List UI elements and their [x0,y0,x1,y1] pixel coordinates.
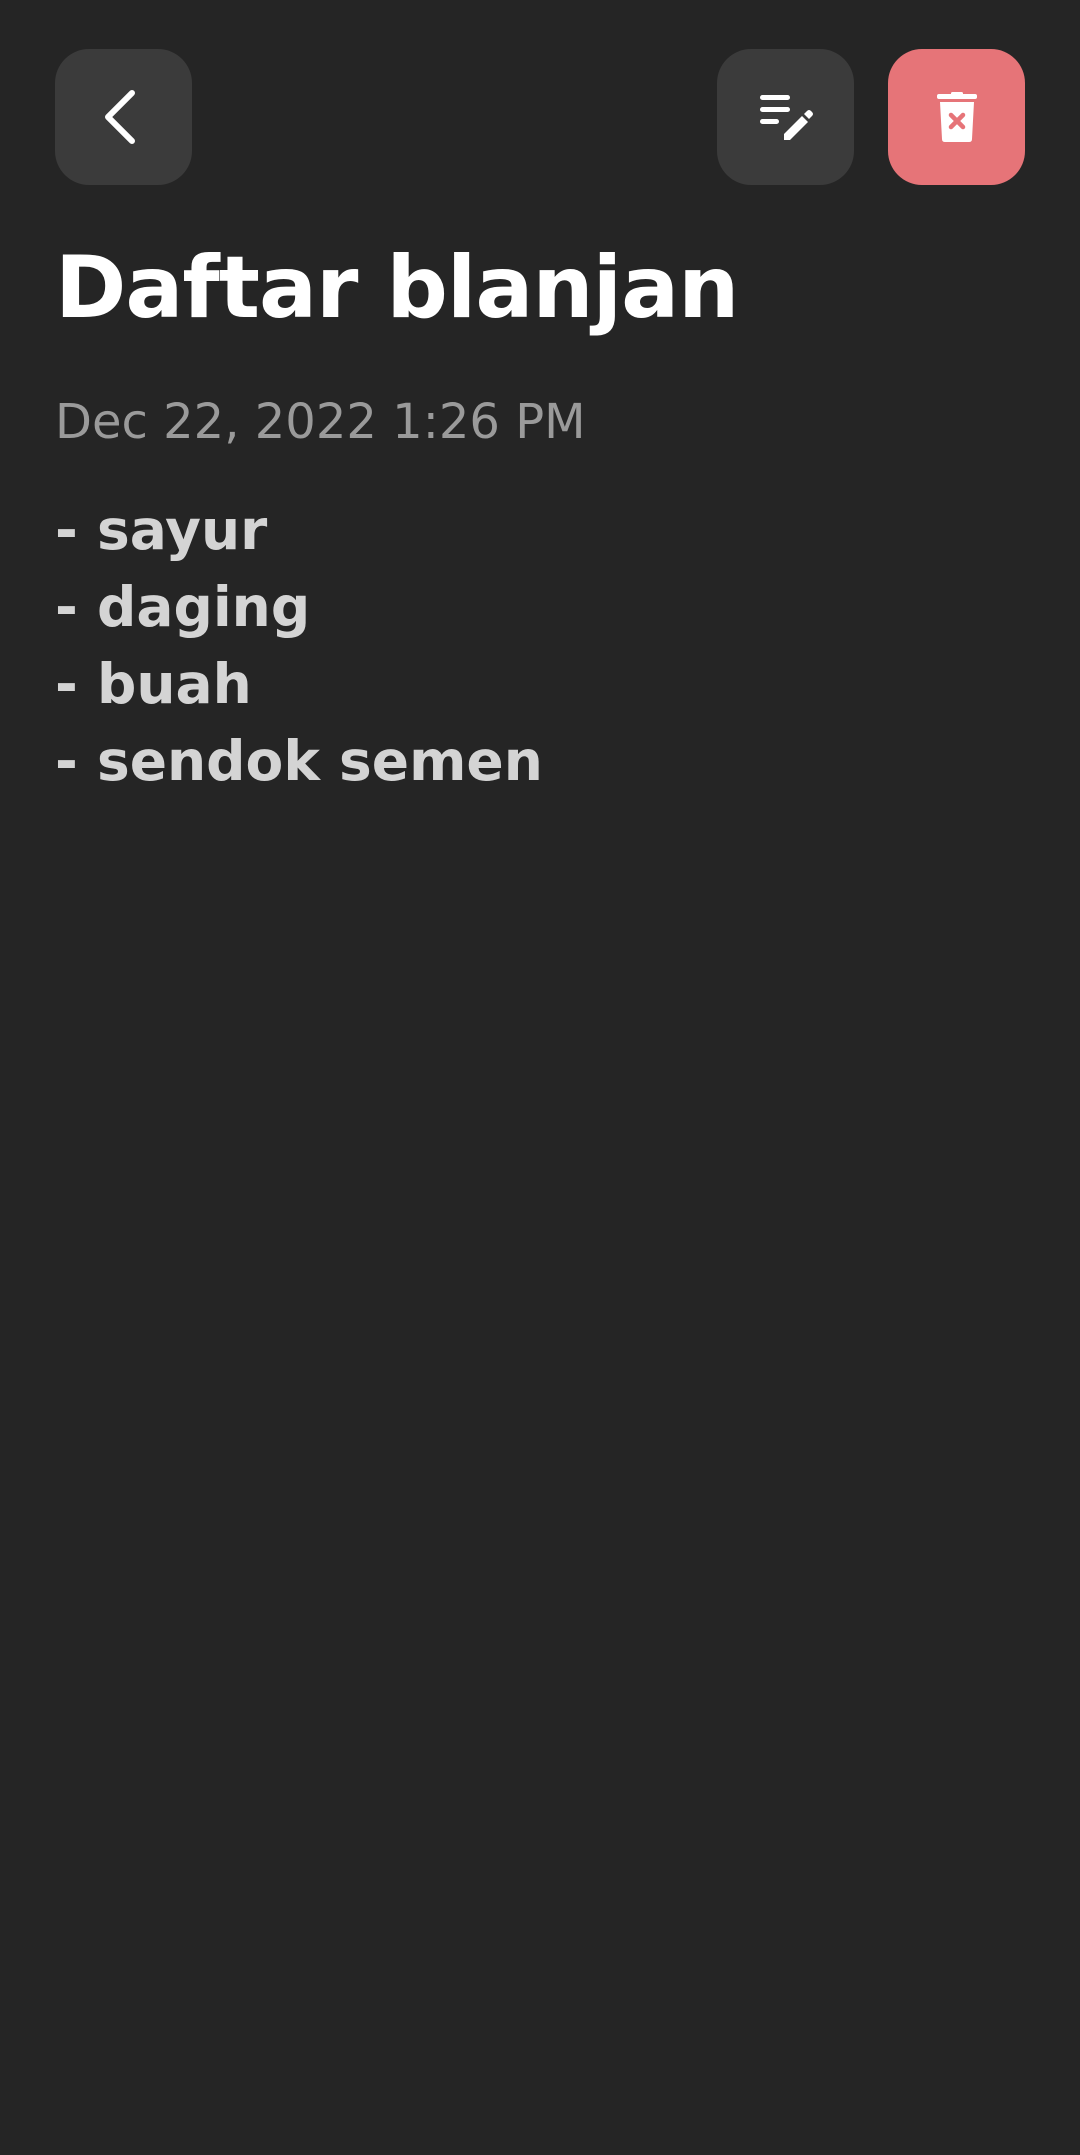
back-button[interactable] [55,49,192,185]
note-line: - sayur [55,498,268,562]
delete-icon [936,92,977,142]
chevron-left-icon [104,90,135,144]
note-body: - sayur - daging - buah - sendok semen [55,492,543,800]
edit-note-button[interactable] [717,49,854,185]
note-line: - sendok semen [55,729,543,793]
note-line: - buah [55,652,252,716]
delete-note-button[interactable] [888,49,1025,185]
note-line: - daging [55,575,311,639]
note-title: Daftar blanjan [55,238,739,338]
edit-note-icon [759,95,813,140]
note-date: Dec 22, 2022 1:26 PM [55,394,586,450]
